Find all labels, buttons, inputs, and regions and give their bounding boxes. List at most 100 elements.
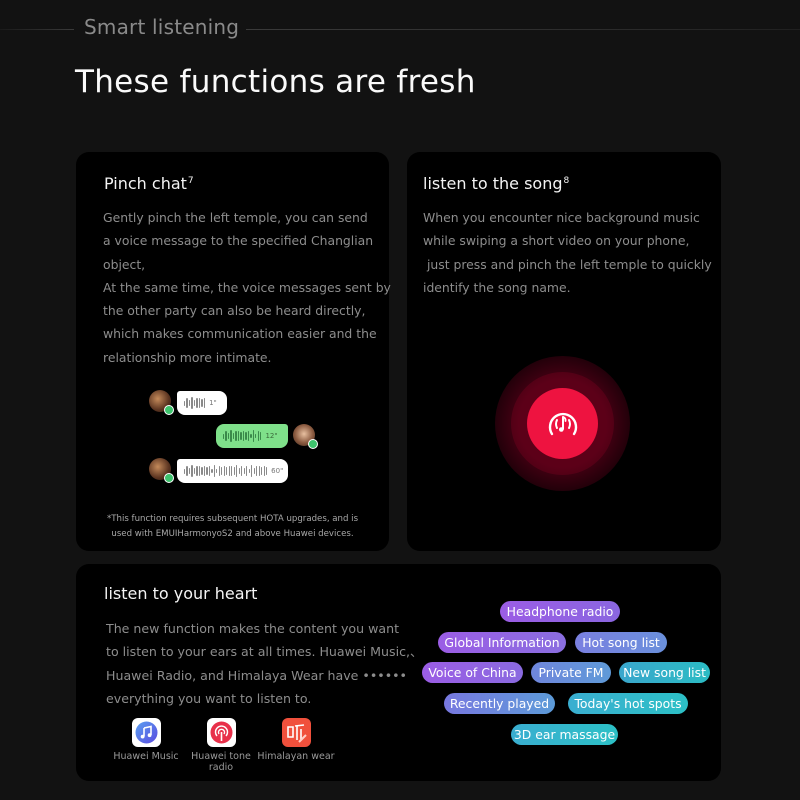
divider-left: [0, 29, 74, 30]
waveform-bar: [193, 399, 196, 407]
tag-chip[interactable]: Recently played: [444, 693, 555, 714]
tag-chip[interactable]: Private FM: [531, 662, 611, 683]
waveform-bar: [218, 465, 220, 477]
description-line: relationship more intimate.: [103, 349, 272, 365]
waveform-bar: [238, 468, 240, 474]
description-line: a voice message to the specified Changli…: [103, 233, 374, 249]
description-line: object,: [103, 256, 146, 272]
description-line: everything you want to listen to.: [106, 690, 312, 706]
tag-chip[interactable]: Headphone radio: [500, 601, 620, 622]
waveform-bar: [191, 464, 193, 478]
waveform-bar: [253, 467, 255, 475]
waveform-bar: [242, 431, 245, 441]
waveform-bar: [233, 467, 235, 475]
waveform-bar: [184, 400, 186, 406]
card-listen-heart: listen to your heart The new function ma…: [76, 564, 721, 781]
waveform-bar: [198, 397, 201, 409]
waveform-bar: [263, 466, 265, 476]
app-label: Huawei tone radio: [191, 751, 251, 773]
waveform-bar: [231, 466, 233, 476]
page-title: These functions are fresh: [75, 64, 476, 100]
waveform-bar: [255, 434, 257, 438]
card-title-text: listen to the song: [423, 174, 563, 193]
waveform-bar: [206, 466, 208, 476]
tag-chip[interactable]: New song list: [619, 662, 710, 683]
waveform-bar: [265, 466, 268, 476]
waveform-bar: [252, 429, 254, 443]
card-title-text: Pinch chat: [104, 174, 187, 193]
tag-label: Headphone radio: [506, 604, 614, 619]
avatar: [293, 424, 318, 449]
avatar: [149, 458, 174, 483]
message-duration: 1": [209, 399, 217, 407]
waveform-bar: [250, 433, 252, 439]
footnote-line: used with EMUIHarmonyoS2 and above Huawe…: [111, 529, 354, 539]
card-pinch-chat: Pinch chat7 Gently pinch the left temple…: [76, 152, 391, 551]
card-title: listen to your heart: [104, 584, 258, 603]
tag-label: New song list: [623, 665, 706, 680]
waveform-bar: [184, 468, 186, 474]
online-badge: [164, 405, 174, 415]
tag-chip[interactable]: Hot song list: [575, 632, 667, 653]
app-label: Himalayan wear: [257, 751, 335, 762]
description-line: which makes communication easier and the: [103, 326, 377, 342]
description-line: The new function makes the content you w…: [106, 621, 400, 636]
waveform-bar: [251, 464, 253, 478]
description-line: When you encounter nice background music: [423, 210, 700, 225]
tag-chip[interactable]: 3D ear massage: [511, 724, 618, 745]
description-line: Gently pinch the left temple, you can se…: [103, 210, 368, 225]
waveform-bar: [241, 465, 243, 477]
waveform-bar: [260, 432, 262, 440]
voice-message-bubble[interactable]: 12": [216, 424, 288, 448]
himalaya-icon: [281, 718, 311, 747]
waveform-bar: [248, 468, 250, 474]
waveform-bar: [186, 465, 188, 477]
description-line: just press and pinch the left temple to …: [423, 256, 712, 272]
waveform-bar: [246, 465, 248, 477]
waveform-bar: [223, 433, 225, 439]
footnote-marker: 8: [563, 175, 570, 186]
huawei-radio-icon: [206, 718, 236, 747]
waveform-bar: [201, 399, 203, 407]
avatar: [149, 390, 174, 415]
waveform-bar: [225, 430, 227, 442]
tag-label: Global Information: [444, 635, 560, 650]
waveform-icon: [223, 429, 262, 443]
waveform-bar: [257, 430, 259, 442]
waveform-bar: [203, 398, 206, 408]
waveform-bar: [211, 468, 213, 474]
waveform-bar: [237, 430, 240, 442]
waveform-bar: [221, 467, 223, 475]
waveform-bar: [236, 464, 238, 478]
waveform-bar: [188, 400, 191, 406]
card-description: The new function makes the content you w…: [106, 617, 423, 710]
voice-message-bubble[interactable]: 60": [177, 459, 288, 483]
waveform-bar: [258, 465, 260, 477]
waveform-bar: [213, 464, 215, 478]
tag-label: Today's hot spots: [574, 696, 682, 711]
waveform-bar: [186, 397, 188, 409]
tag-chip[interactable]: Global Information: [438, 632, 566, 653]
section-label: Smart listening: [84, 15, 240, 39]
waveform-bar: [261, 466, 263, 476]
online-badge: [164, 473, 174, 483]
waveform-bar: [223, 465, 225, 477]
tag-label: Hot song list: [582, 635, 660, 650]
waveform-bar: [227, 433, 230, 439]
waveform-bar: [193, 467, 196, 475]
app-himalaya[interactable]: Himalayan wear: [251, 718, 341, 762]
waveform-icon: [184, 396, 206, 410]
waveform-bar: [245, 431, 247, 441]
tag-chip[interactable]: Today's hot spots: [568, 693, 688, 714]
card-description: Gently pinch the left temple, you can se…: [103, 206, 393, 369]
footnote: *This function requires subsequent HOTA …: [76, 512, 389, 542]
online-badge: [308, 439, 318, 449]
waveform-bar: [240, 432, 242, 440]
waveform-bar: [243, 468, 245, 474]
divider-right: [246, 29, 800, 30]
tag-chip[interactable]: Voice of China: [422, 662, 523, 683]
description-line: to listen to your ears at all times. Hua…: [106, 644, 423, 660]
voice-message-bubble[interactable]: 1": [177, 391, 227, 415]
waveform-bar: [188, 468, 191, 474]
song-recognition-button[interactable]: [527, 388, 598, 459]
